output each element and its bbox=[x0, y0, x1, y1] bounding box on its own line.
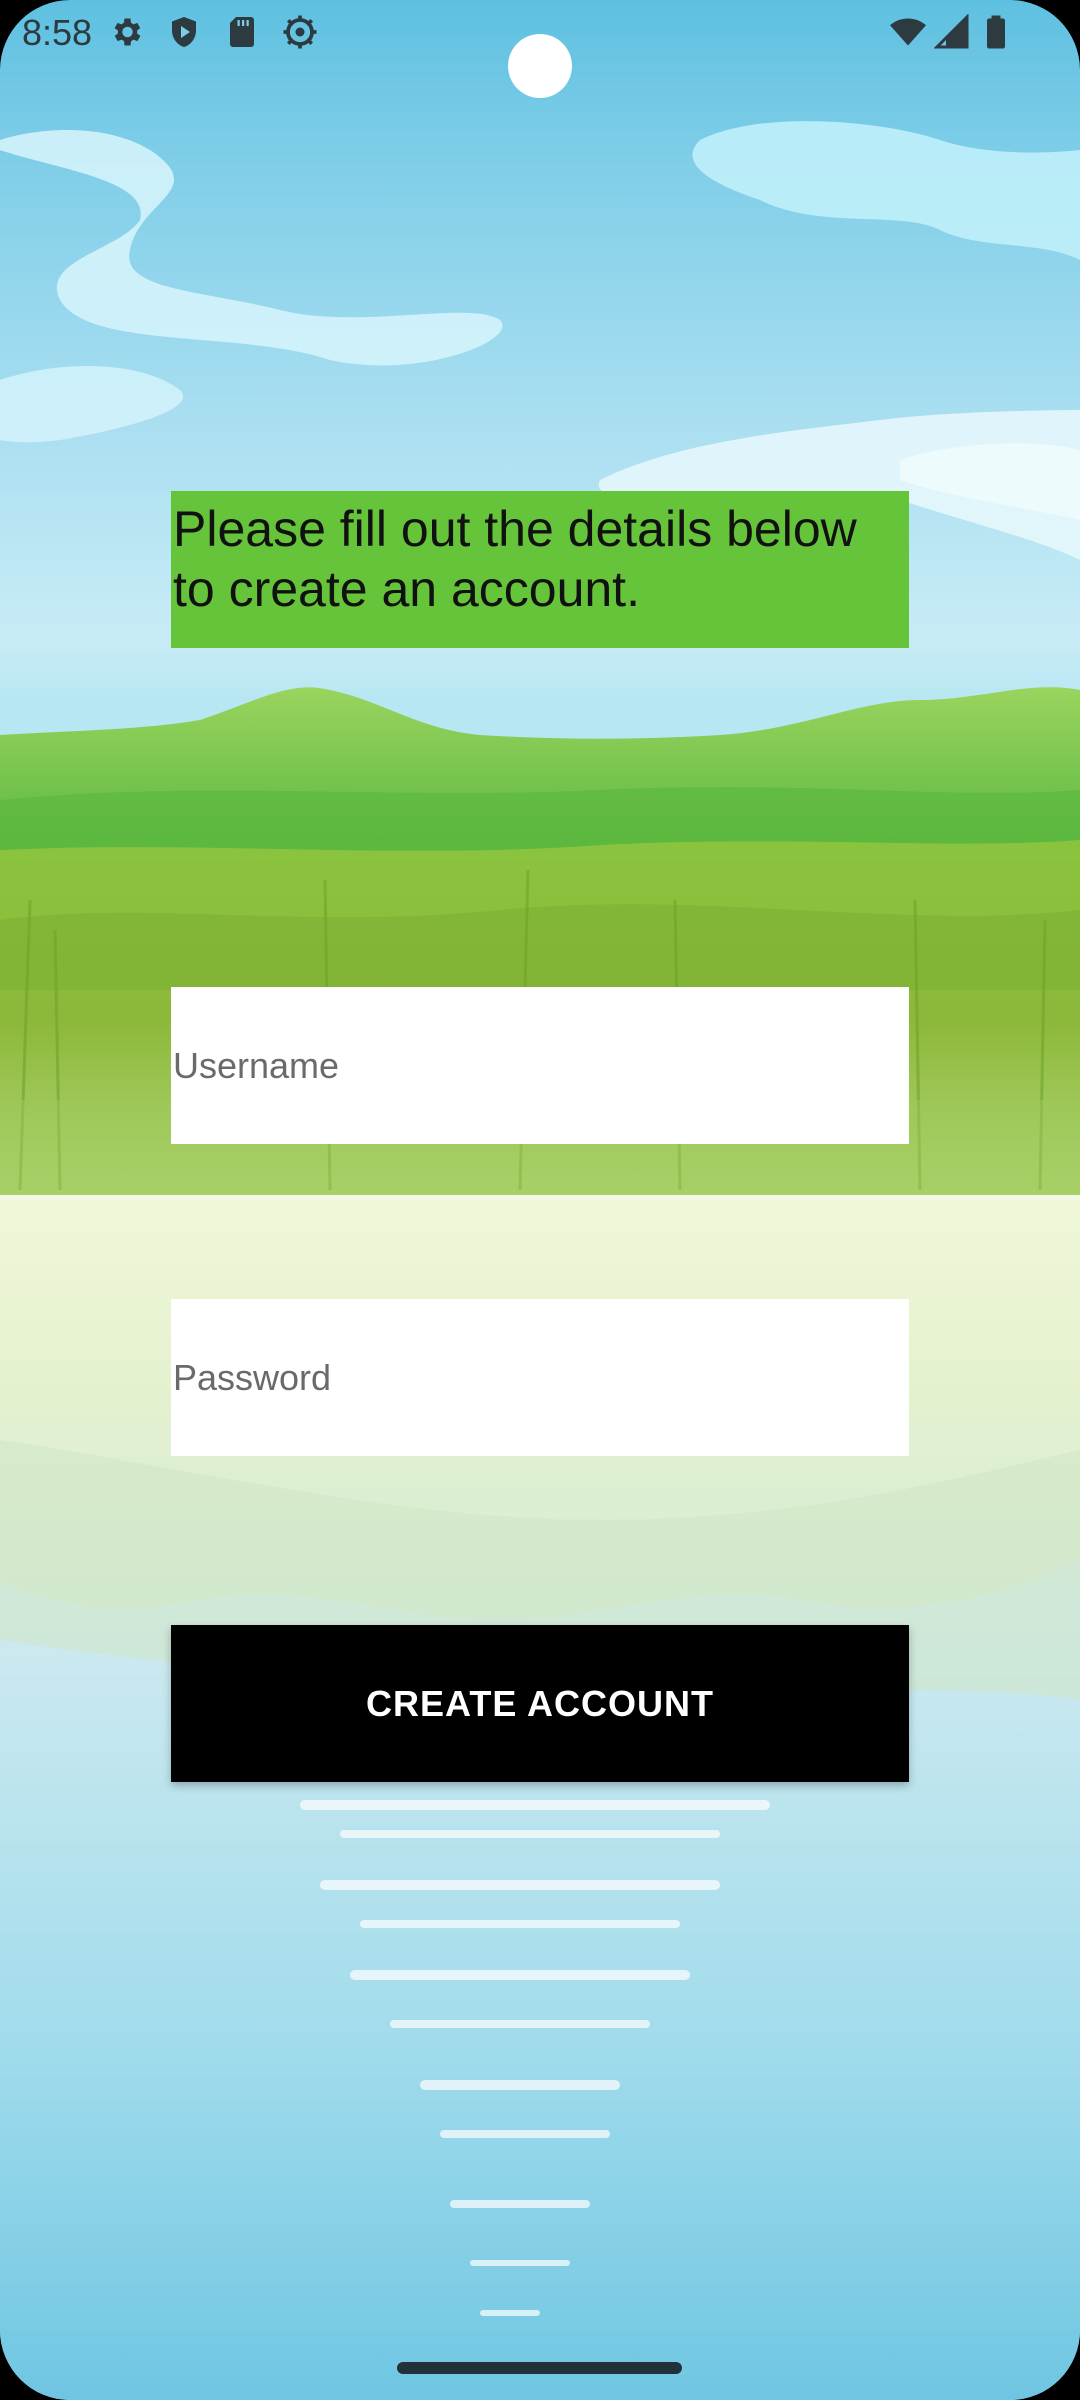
username-input[interactable] bbox=[171, 987, 909, 1144]
password-input[interactable] bbox=[171, 1299, 909, 1456]
sd-card-icon bbox=[224, 14, 260, 50]
instructions-label: Please fill out the details below to cre… bbox=[171, 491, 909, 648]
gear-icon bbox=[108, 14, 144, 50]
settings-cog-icon bbox=[282, 14, 318, 50]
create-account-button[interactable]: CREATE ACCOUNT bbox=[171, 1625, 909, 1782]
home-indicator[interactable] bbox=[397, 2362, 682, 2374]
camera-cutout bbox=[508, 34, 572, 98]
cell-signal-icon bbox=[933, 13, 970, 50]
phone-screen: 8:58 Please fill out the details below t… bbox=[0, 0, 1080, 2400]
wifi-icon bbox=[890, 14, 926, 50]
shield-icon bbox=[166, 14, 202, 50]
battery-icon bbox=[978, 14, 1014, 50]
landscape-background bbox=[0, 0, 1080, 2400]
status-time: 8:58 bbox=[22, 12, 93, 53]
